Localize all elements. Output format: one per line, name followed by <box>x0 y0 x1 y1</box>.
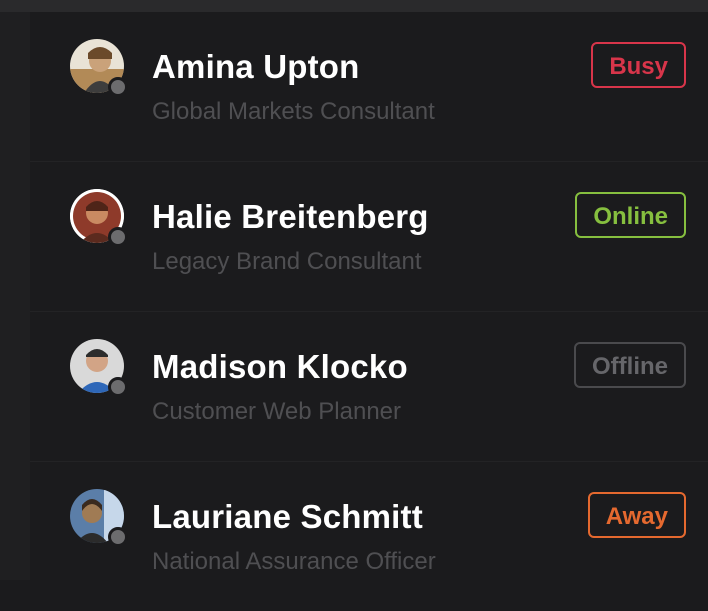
contact-role: Customer Web Planner <box>152 398 401 425</box>
avatar[interactable] <box>70 39 128 97</box>
top-bar <box>0 0 708 12</box>
left-rail <box>0 12 30 580</box>
contact-row[interactable]: Halie Breitenberg Legacy Brand Consultan… <box>30 162 708 312</box>
avatar[interactable] <box>70 489 128 547</box>
presence-dot <box>108 377 128 397</box>
avatar[interactable] <box>70 189 128 247</box>
presence-dot <box>108 227 128 247</box>
presence-dot <box>108 527 128 547</box>
contact-name: Amina Upton <box>152 48 360 85</box>
contact-name: Lauriane Schmitt <box>152 498 423 535</box>
presence-dot <box>108 77 128 97</box>
status-badge: Online <box>575 192 686 238</box>
contact-name: Madison Klocko <box>152 348 408 385</box>
contact-list: Amina Upton Global Markets Consultant Bu… <box>30 12 708 580</box>
contact-name: Halie Breitenberg <box>152 198 429 235</box>
contact-role: National Assurance Officer <box>152 548 436 575</box>
contact-role: Global Markets Consultant <box>152 98 435 125</box>
status-badge: Busy <box>591 42 686 88</box>
contact-row[interactable]: Amina Upton Global Markets Consultant Bu… <box>30 12 708 162</box>
contact-role: Legacy Brand Consultant <box>152 248 422 275</box>
contact-row[interactable]: Lauriane Schmitt National Assurance Offi… <box>30 462 708 611</box>
avatar[interactable] <box>70 339 128 397</box>
contact-row[interactable]: Madison Klocko Customer Web Planner Offl… <box>30 312 708 462</box>
status-badge: Away <box>587 492 686 538</box>
status-badge: Offline <box>574 342 686 388</box>
